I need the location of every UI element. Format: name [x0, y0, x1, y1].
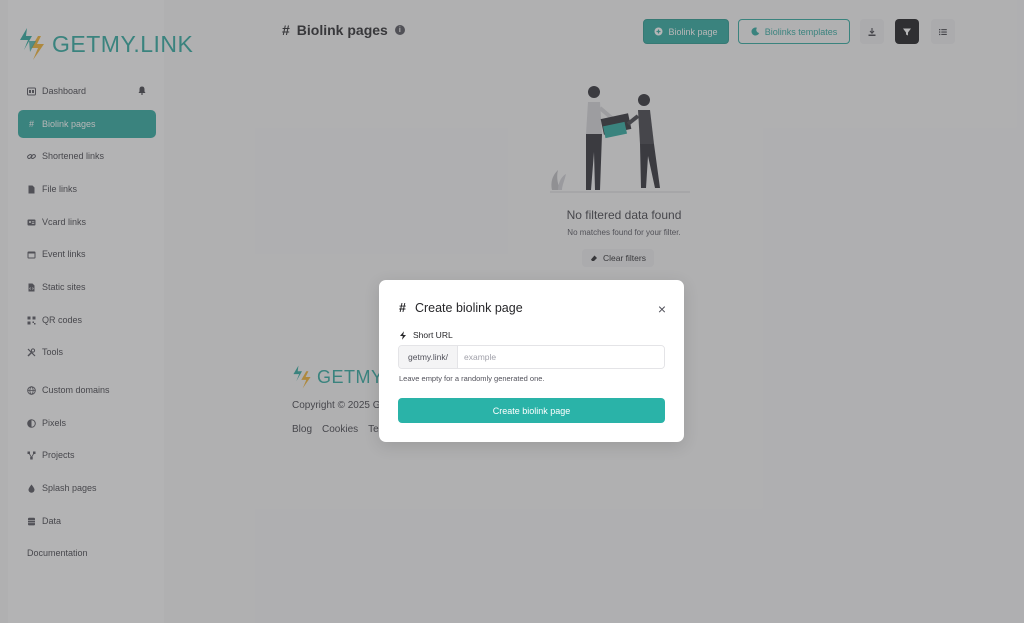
- short-url-input[interactable]: [458, 346, 664, 368]
- short-url-label-text: Short URL: [413, 330, 453, 340]
- short-url-label: Short URL: [399, 330, 453, 340]
- modal-title-text: Create biolink page: [414, 301, 523, 315]
- hash-icon: #: [399, 301, 406, 315]
- short-url-help: Leave empty for a randomly generated one…: [399, 374, 545, 383]
- short-url-input-group: getmy.link/: [398, 345, 665, 369]
- close-icon[interactable]: ×: [658, 302, 666, 316]
- create-biolink-modal: # Create biolink page × Short URL getmy.…: [379, 280, 684, 442]
- url-prefix: getmy.link/: [399, 346, 458, 368]
- create-biolink-submit-button[interactable]: Create biolink page: [398, 398, 665, 423]
- modal-title: # Create biolink page: [399, 301, 523, 315]
- bolt-icon: [400, 330, 406, 340]
